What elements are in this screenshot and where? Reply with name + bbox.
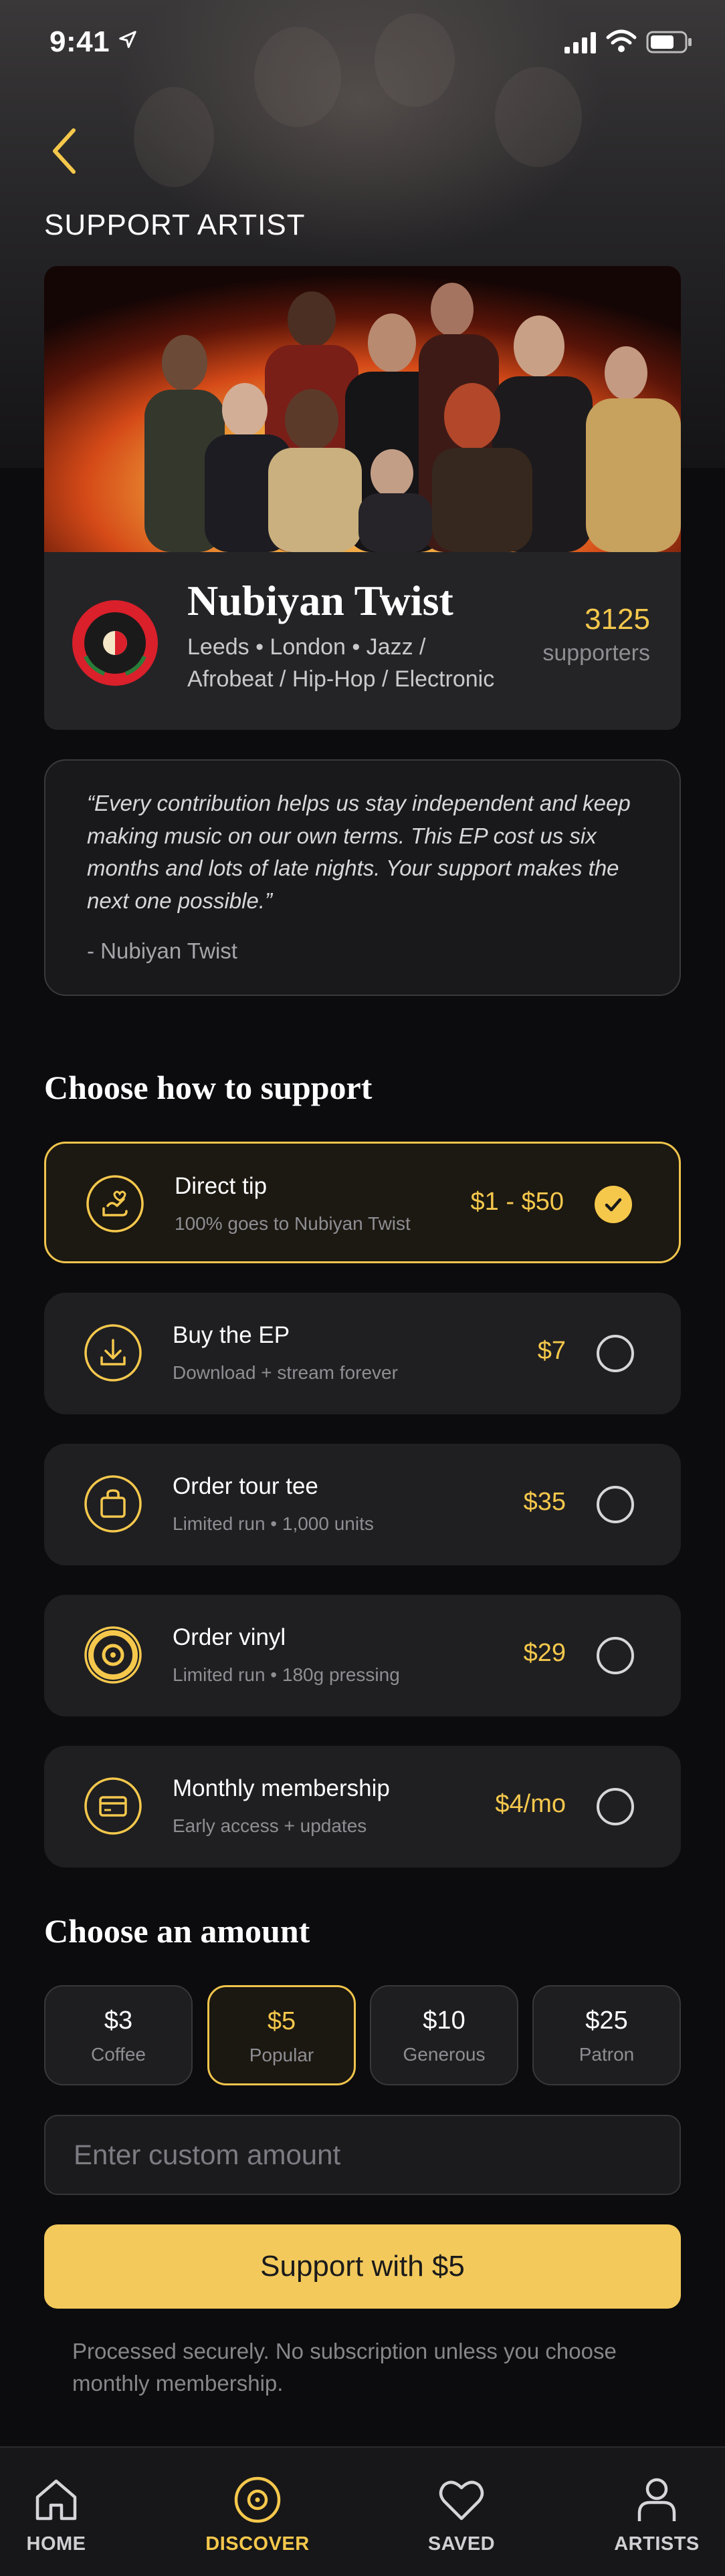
tab-label: ARTISTS — [614, 2533, 700, 2555]
option-title: Direct tip — [175, 1173, 268, 1199]
checkmark-icon — [605, 1198, 622, 1212]
support-option-direct-tip[interactable]: Direct tip 100% goes to Nubiyan Twist $1… — [44, 1142, 681, 1263]
artist-logo-icon — [72, 600, 158, 686]
amount-label: Popular — [249, 2045, 314, 2065]
discover-icon — [234, 2476, 281, 2523]
amount-value: $5 — [267, 2007, 296, 2035]
option-radio[interactable] — [597, 1788, 634, 1825]
option-subtitle: Limited run • 1,000 units — [173, 1513, 374, 1534]
option-radio-checked[interactable] — [595, 1186, 632, 1223]
option-title: Order vinyl — [173, 1624, 286, 1650]
artist-name: Nubiyan Twist — [187, 577, 453, 624]
support-section-title: Choose how to support — [44, 1069, 373, 1106]
tab-label: SAVED — [427, 2533, 496, 2555]
option-radio[interactable] — [597, 1637, 634, 1674]
support-option-vinyl[interactable]: Order vinyl Limited run • 180g pressing … — [44, 1595, 681, 1716]
supporters-label: supporters — [542, 640, 650, 666]
artist-info: Nubiyan Twist Leeds • London • Jazz / Af… — [44, 552, 681, 730]
artist-quote-card: “Every contribution helps us stay indepe… — [44, 759, 681, 996]
option-price: $7 — [537, 1337, 566, 1365]
artist-band-photo — [44, 266, 681, 552]
amount-label: Generous — [403, 2044, 486, 2065]
option-radio[interactable] — [597, 1486, 634, 1523]
support-option-membership[interactable]: Monthly membership Early access + update… — [44, 1746, 681, 1867]
home-icon — [35, 2479, 77, 2521]
amount-chip-coffee[interactable]: $3 Coffee — [44, 1985, 193, 2085]
amount-value: $3 — [104, 2007, 133, 2035]
option-subtitle: 100% goes to Nubiyan Twist — [175, 1213, 411, 1234]
tab-home[interactable]: HOME — [0, 2448, 136, 2576]
amount-chip-patron[interactable]: $25 Patron — [532, 1985, 681, 2085]
amount-label: Coffee — [91, 2044, 146, 2065]
option-price: $35 — [523, 1488, 566, 1516]
location-arrow-icon — [119, 31, 136, 48]
support-option-buy-ep[interactable]: Buy the EP Download + stream forever $7 — [44, 1293, 681, 1414]
payment-footnote: Processed securely. No subscription unle… — [72, 2339, 617, 2396]
option-subtitle: Limited run • 180g pressing — [173, 1664, 400, 1685]
amount-section-title: Choose an amount — [44, 1912, 310, 1950]
amount-chip-generous[interactable]: $10 Generous — [370, 1985, 518, 2085]
artist-genres: Afrobeat / Hip-Hop / Electronic — [187, 666, 495, 692]
option-price: $1 - $50 — [470, 1188, 564, 1216]
vinyl-icon — [84, 1626, 142, 1684]
amount-value: $25 — [585, 2007, 628, 2035]
supporters-count: 3125 — [585, 603, 650, 636]
amount-label: Patron — [579, 2044, 635, 2065]
cellular-signal-icon — [564, 32, 596, 53]
option-title: Buy the EP — [173, 1322, 290, 1348]
option-radio[interactable] — [597, 1335, 634, 1372]
artist-meta: Leeds • London • Jazz / Afrobeat / Hip-H… — [187, 631, 535, 695]
heart-icon — [439, 2480, 484, 2521]
amount-chip-popular[interactable]: $5 Popular — [207, 1985, 356, 2085]
artist-location: Leeds • London • Jazz / — [187, 634, 426, 660]
battery-icon — [646, 31, 692, 53]
support-button[interactable]: Support with $5 — [44, 2224, 681, 2309]
quote-text: “Every contribution helps us stay indepe… — [87, 791, 631, 913]
quote-author: - Nubiyan Twist — [87, 938, 237, 963]
page-title: SUPPORT ARTIST — [44, 209, 306, 241]
person-icon — [637, 2478, 676, 2521]
tab-artists[interactable]: ARTISTS — [577, 2448, 725, 2576]
option-title: Monthly membership — [173, 1775, 390, 1801]
bottom-tab-bar: HOME DISCOVER SAVED ARTISTS — [0, 2446, 725, 2576]
status-time: 9:41 — [49, 25, 110, 58]
option-price: $29 — [523, 1639, 566, 1667]
option-subtitle: Download + stream forever — [173, 1362, 398, 1383]
status-bar: 9:41 — [0, 0, 725, 87]
custom-amount-input[interactable] — [44, 2115, 681, 2195]
option-title: Order tour tee — [173, 1473, 318, 1499]
download-icon — [84, 1324, 142, 1382]
card-icon — [84, 1777, 142, 1835]
wifi-icon — [606, 29, 637, 52]
tab-label: HOME — [26, 2533, 86, 2555]
amount-value: $10 — [423, 2007, 465, 2035]
artist-card[interactable]: Nubiyan Twist Leeds • London • Jazz / Af… — [44, 266, 681, 730]
tab-saved[interactable]: SAVED — [381, 2448, 542, 2576]
chevron-left-icon — [53, 128, 76, 174]
tab-discover[interactable]: DISCOVER — [177, 2448, 338, 2576]
bag-icon — [84, 1475, 142, 1533]
option-subtitle: Early access + updates — [173, 1815, 367, 1836]
tab-label: DISCOVER — [205, 2533, 310, 2555]
tip-hand-icon — [86, 1175, 144, 1233]
option-price: $4/mo — [495, 1790, 566, 1818]
support-option-tour-tee[interactable]: Order tour tee Limited run • 1,000 units… — [44, 1444, 681, 1565]
back-button[interactable] — [44, 124, 84, 178]
